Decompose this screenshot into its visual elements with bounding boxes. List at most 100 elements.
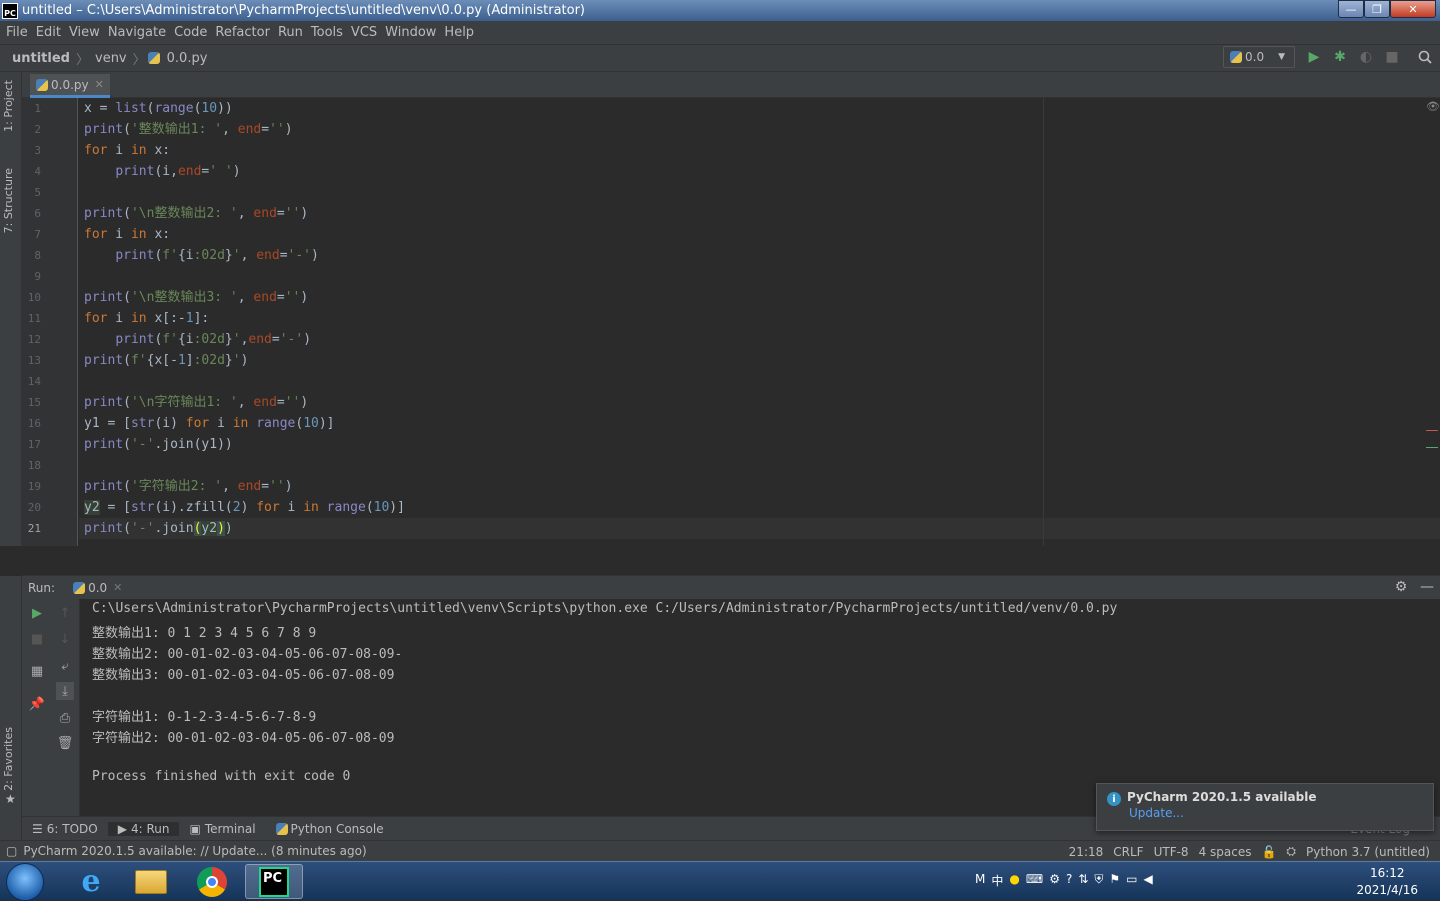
close-button[interactable]: ✕ — [1390, 0, 1436, 18]
run-configuration-select[interactable]: 0.0 ▼ — [1223, 46, 1295, 68]
system-clock[interactable]: 16:12 2021/4/16 — [1356, 865, 1418, 899]
ime-language-indicator[interactable]: 中 — [991, 872, 1003, 889]
menu-help[interactable]: Help — [440, 25, 478, 40]
internet-explorer-taskbar-icon[interactable]: e — [62, 864, 120, 899]
maximize-button[interactable]: ❐ — [1364, 0, 1390, 18]
file-encoding[interactable]: UTF-8 — [1154, 845, 1189, 859]
lock-icon[interactable]: 🔓 — [1261, 845, 1276, 859]
layout-icon[interactable]: ▦ — [28, 662, 46, 680]
editor-bottom-spacer — [0, 546, 1440, 576]
toggle-tool-windows-icon[interactable]: ▢ — [6, 844, 17, 858]
caret-position[interactable]: 21:18 — [1069, 845, 1104, 859]
code-lines: x = list(range(10)) print('整数输出1: ', end… — [79, 98, 1039, 546]
pin-icon[interactable]: 📌 — [28, 695, 46, 713]
line-number: 7 — [34, 228, 41, 241]
interpreter-setting[interactable]: Python 3.7 (untitled) — [1306, 845, 1430, 859]
menu-code[interactable]: Code — [170, 25, 211, 40]
menu-edit[interactable]: Edit — [32, 25, 65, 40]
list-icon: ☰ — [32, 821, 43, 836]
arrow-down-icon[interactable]: ↓ — [56, 630, 74, 648]
run-tool-tab[interactable]: ▶ 4: Run — [107, 821, 180, 836]
arrow-up-icon[interactable]: ↑ — [56, 604, 74, 622]
minimize-button[interactable]: — — [1338, 0, 1364, 18]
rerun-icon[interactable]: ▶ — [28, 604, 46, 622]
python-console-tool-tab[interactable]: Python Console — [266, 822, 394, 836]
windows-taskbar: e PC M 中 ● ⌨ ⚙ ? ⇅ ⛨ ⚑ ▭ ◀ 16:12 2021/4/… — [0, 861, 1440, 901]
menu-file[interactable]: File — [2, 25, 32, 40]
code-line-16: y1 = [str(i) for i in range(10)] — [84, 416, 335, 431]
console-line: 字符输出2: 00-01-02-03-04-05-06-07-08-09 — [92, 731, 395, 746]
menu-vcs[interactable]: VCS — [347, 25, 381, 40]
pycharm-taskbar-icon[interactable]: PC — [245, 864, 303, 899]
settings-tray-icon[interactable]: ⚙ — [1049, 872, 1060, 889]
project-tool-tab[interactable]: 1: Project — [2, 80, 15, 132]
file-explorer-taskbar-icon[interactable] — [122, 864, 180, 899]
folder-icon — [135, 869, 167, 894]
breadcrumb-project[interactable]: untitled — [8, 51, 74, 66]
favorites-tool-tab[interactable]: 2: Favorites — [2, 727, 15, 791]
structure-tool-tab[interactable]: 7: Structure — [2, 168, 15, 233]
editor-tab-label: 0.0.py — [51, 77, 89, 92]
run-icon[interactable]: ▶ — [1304, 47, 1324, 67]
scroll-to-end-icon[interactable]: ⤓ — [56, 682, 74, 700]
todo-tab-label: 6: TODO — [46, 821, 98, 836]
print-icon[interactable]: ⎙ — [56, 709, 74, 727]
shield-icon[interactable]: ⛨ — [1094, 872, 1103, 889]
debug-icon[interactable]: ✱ — [1330, 47, 1350, 67]
run-toolbar-secondary: ↑ ↓ ⤶ ⤓ ⎙ 🗑 — [50, 599, 80, 816]
change-stripe-mark — [1426, 447, 1438, 448]
menu-run[interactable]: Run — [274, 25, 307, 40]
update-notification[interactable]: i PyCharm 2020.1.5 available Update... — [1096, 783, 1434, 831]
line-number: 3 — [34, 144, 41, 157]
hector-icon[interactable]: ⛭ — [1286, 844, 1296, 859]
close-tab-icon[interactable]: ✕ — [113, 581, 122, 594]
code-line-20: y2 = [str(i).zfill(2) for i in range(10)… — [84, 500, 405, 515]
line-number: 1 — [34, 102, 41, 115]
menu-tools[interactable]: Tools — [307, 25, 347, 40]
breadcrumb-file[interactable]: 0.0.py — [163, 51, 212, 66]
run-tab[interactable]: 0.0 ✕ — [73, 581, 122, 595]
breadcrumb-folder[interactable]: venv — [91, 51, 131, 66]
python-file-icon — [36, 78, 48, 91]
update-link[interactable]: Update... — [1129, 806, 1423, 820]
keyboard-icon[interactable]: ⌨ — [1026, 872, 1043, 889]
chrome-taskbar-icon[interactable] — [183, 864, 241, 899]
search-icon[interactable] — [1415, 47, 1435, 67]
notification-title: PyCharm 2020.1.5 available — [1127, 790, 1317, 804]
python-icon — [275, 822, 288, 835]
gear-icon[interactable]: ⚙ — [1391, 577, 1411, 597]
start-button[interactable] — [6, 863, 44, 901]
chevron-down-icon: ▼ — [1278, 52, 1286, 62]
network-icon[interactable]: ⇅ — [1078, 872, 1088, 889]
hide-panel-icon[interactable]: — — [1417, 577, 1437, 597]
todo-tool-tab[interactable]: ☰ 6: TODO — [22, 822, 108, 836]
ime-mode-icon[interactable]: M — [975, 872, 985, 889]
menu-refactor[interactable]: Refactor — [211, 25, 274, 40]
menu-navigate[interactable]: Navigate — [104, 25, 170, 40]
run-with-coverage-icon[interactable]: ◐ — [1356, 47, 1376, 67]
stop-icon[interactable]: ■ — [1382, 47, 1402, 67]
terminal-tool-tab[interactable]: ▣ Terminal — [179, 822, 265, 836]
eye-icon[interactable]: 👁 — [1426, 100, 1440, 113]
line-number: 8 — [34, 249, 41, 262]
flag-icon[interactable]: ⚑ — [1109, 872, 1120, 889]
moon-icon[interactable]: ● — [1009, 872, 1019, 889]
menu-window[interactable]: Window — [381, 25, 440, 40]
chevron-right-icon: 〉 — [75, 52, 89, 68]
line-separator[interactable]: CRLF — [1113, 845, 1143, 859]
close-tab-icon[interactable]: ✕ — [95, 78, 104, 91]
run-tab-label: 4: Run — [130, 821, 170, 836]
stop-icon[interactable]: ■ — [28, 630, 46, 648]
indent-setting[interactable]: 4 spaces — [1199, 845, 1252, 859]
python-file-icon — [147, 52, 160, 64]
editor-tab-0-0-py[interactable]: 0.0.py ✕ — [30, 74, 110, 98]
soft-wrap-icon[interactable]: ⤶ — [56, 657, 74, 675]
window-titlebar: PC untitled – C:\Users\Administrator\Pyc… — [0, 0, 1440, 21]
menu-view[interactable]: View — [65, 25, 104, 40]
code-line-12: print(f'{i:02d}',end='-') — [115, 332, 312, 347]
status-message[interactable]: PyCharm 2020.1.5 available: // Update...… — [23, 844, 366, 858]
volume-icon[interactable]: ◀ — [1144, 872, 1153, 889]
monitor-icon[interactable]: ▭ — [1126, 872, 1137, 889]
help-icon[interactable]: ? — [1066, 872, 1072, 889]
trash-icon[interactable]: 🗑 — [56, 734, 74, 752]
